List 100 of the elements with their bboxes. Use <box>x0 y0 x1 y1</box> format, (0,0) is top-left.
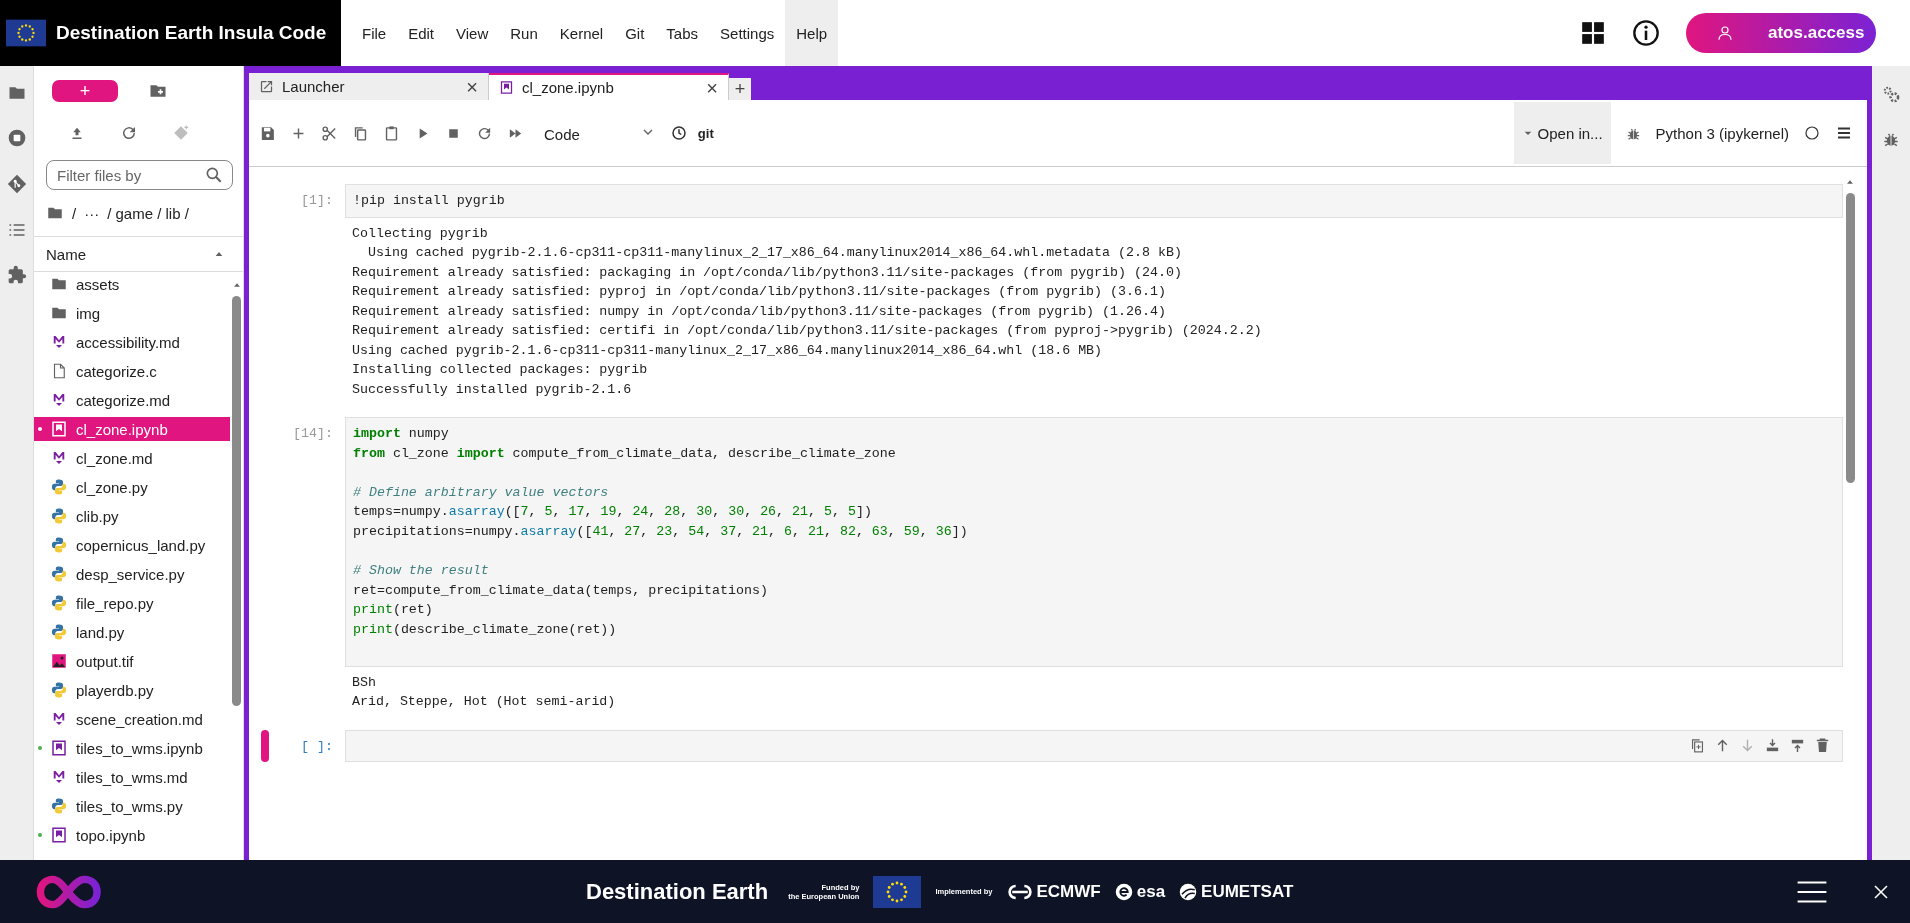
user-account-button[interactable]: atos.access <box>1686 13 1876 53</box>
puzzle-icon[interactable] <box>6 265 27 285</box>
image-icon <box>50 652 68 670</box>
code-cell-input[interactable] <box>345 729 1843 762</box>
partner-name: ECMWF <box>1036 881 1101 902</box>
file-entry[interactable]: land.py <box>34 620 230 644</box>
duplicate-cell-icon[interactable] <box>1689 737 1706 755</box>
code-line: !pip install pygrib <box>353 192 506 210</box>
code-line: ret=compute_from_climate_data(temps, precipitations) <box>353 581 769 600</box>
file-entry[interactable]: copernicus_land.py <box>34 533 230 557</box>
output-line: Arid, Steppe, Hot (Hot semi-arid) <box>352 693 617 712</box>
breadcrumb-item[interactable]: / game / lib / <box>107 204 189 222</box>
file-entry[interactable]: topo.ipynb <box>34 823 230 847</box>
file-entry[interactable]: tiles_to_wms.py <box>34 794 230 818</box>
python-icon <box>50 507 68 525</box>
code-cell-input[interactable]: !pip install pygrib <box>345 184 1843 218</box>
delete-icon[interactable] <box>1814 737 1831 755</box>
output-line: Requirement already satisfied: pyproj in /opt/conda/lib/python3.11/site-packages (from pygrib) (3.6.1) <box>352 283 1167 302</box>
file-entry[interactable]: tiles_to_wms.md <box>34 765 230 789</box>
tab[interactable]: cl_zone.ipynb × <box>489 73 729 100</box>
output-line: Requirement already satisfied: certifi in /opt/conda/lib/python3.11/site-packages (from pyproj->pygrib) (2024.2.2) <box>352 322 1263 341</box>
kernel-name[interactable]: Python 3 (ipykernel) <box>1655 124 1789 142</box>
python-icon <box>50 681 68 699</box>
menu-item[interactable]: Settings <box>709 0 786 66</box>
search-icon <box>204 165 224 185</box>
partner-name: EUMETSAT <box>1201 881 1294 902</box>
output-line: Using cached pygrib-2.1.6-cp311-cp311-manylinux_2_17_x86_64.manylinux2014_x86_64.whl (18.6 MB) <box>352 341 1104 360</box>
close-icon[interactable] <box>1872 882 1890 901</box>
menu-item[interactable]: File <box>351 0 398 66</box>
running-icon[interactable] <box>6 128 27 148</box>
copy-icon[interactable] <box>352 124 369 142</box>
close-tab-button[interactable]: × <box>706 77 718 98</box>
tab[interactable]: Launcher × <box>249 73 489 100</box>
output-line: Requirement already satisfied: numpy in /opt/conda/lib/python3.11/site-packages (from pygrib) (1.26.4) <box>352 302 1167 321</box>
file-entry[interactable]: file_repo.py <box>34 591 230 615</box>
filter-field[interactable]: Filter files by <box>46 160 233 190</box>
user-icon <box>1716 24 1734 42</box>
close-tab-button[interactable]: × <box>466 76 478 97</box>
kernel-status-icon <box>1803 124 1821 142</box>
esa-logo-icon <box>1114 882 1133 901</box>
apps-grid-icon[interactable] <box>1580 20 1606 46</box>
new-launcher-button[interactable]: + <box>52 80 118 102</box>
code-line: precipitations=numpy.asarray([41, 27, 23, 54, 37, 21, 6, 21, 82, 63, 59, 36]) <box>353 523 969 542</box>
refresh-icon[interactable] <box>120 124 138 142</box>
cell-prompt: [1]: <box>300 192 334 210</box>
app-title: Destination Earth Insula Code <box>56 22 327 44</box>
code-line: print(describe_climate_zone(ret)) <box>353 621 618 640</box>
output-line: Collecting pygrib <box>352 224 489 243</box>
file-entry[interactable]: playerdb.py <box>34 678 230 702</box>
git-icon[interactable] <box>5 173 28 195</box>
new-tab-button[interactable]: + <box>729 78 751 100</box>
file-entry[interactable]: output.tif <box>34 649 230 673</box>
code-cell-input[interactable] <box>345 417 1843 667</box>
file-entry[interactable]: cl_zone.md <box>34 446 230 470</box>
file-entry[interactable]: assets <box>34 272 230 296</box>
breadcrumb-item[interactable]: / <box>72 204 77 222</box>
file-entry[interactable]: clib.py <box>34 504 230 528</box>
menu-item[interactable]: Tabs <box>655 0 710 66</box>
ecmwf-logo-icon <box>1006 882 1033 901</box>
file-entry[interactable]: accessibility.md <box>34 330 230 354</box>
git-button[interactable]: git <box>697 125 714 141</box>
save-icon[interactable] <box>259 124 276 142</box>
insert-below-icon[interactable] <box>1789 737 1806 755</box>
code-line: print(ret) <box>353 601 434 620</box>
paste-icon[interactable] <box>383 124 400 142</box>
file-entry[interactable]: scene_creation.md <box>34 707 230 731</box>
eu-flag-icon <box>6 19 46 47</box>
column-header[interactable]: Name <box>46 245 211 263</box>
breadcrumb-item[interactable]: ··· <box>84 204 100 222</box>
code-line: temps=numpy.asarray([7, 5, 17, 19, 24, 28, 30, 30, 26, 21, 5, 5]) <box>353 503 873 522</box>
menu-item[interactable]: Help <box>785 0 839 66</box>
code-line: # Define arbitrary value vectors <box>353 483 610 502</box>
open-in-button[interactable]: Open in... <box>1513 102 1611 164</box>
settings-icon[interactable] <box>1881 84 1901 104</box>
menu-item[interactable]: Edit <box>397 0 446 66</box>
file-entry[interactable]: categorize.md <box>34 388 230 412</box>
file-entry[interactable]: cl_zone.ipynb <box>34 417 230 441</box>
file-entry[interactable]: cl_zone.py <box>34 475 230 499</box>
python-icon <box>50 594 68 612</box>
menu-item[interactable]: Kernel <box>548 0 615 66</box>
eu-flag-icon <box>873 875 922 908</box>
clock-icon[interactable] <box>669 124 688 142</box>
menu-item[interactable]: View <box>445 0 500 66</box>
eumetsat-logo-icon <box>1179 882 1198 901</box>
info-icon[interactable] <box>1632 19 1660 47</box>
python-icon <box>50 536 68 554</box>
cell-prompt: [14]: <box>292 425 334 444</box>
menu-item[interactable]: Git <box>614 0 656 66</box>
menu-item[interactable]: Run <box>499 0 549 66</box>
cell-type-dropdown[interactable]: Code <box>544 123 580 143</box>
file-entry[interactable]: tiles_to_wms.ipynb <box>34 736 230 760</box>
output-line: BSh <box>352 673 377 692</box>
menu-icon[interactable] <box>1796 879 1828 904</box>
python-icon <box>50 565 68 583</box>
file-entry[interactable]: categorize.c <box>34 359 230 383</box>
cut-icon[interactable] <box>321 124 338 142</box>
python-icon <box>50 478 68 496</box>
partner-name: esa <box>1136 881 1166 902</box>
file-entry[interactable]: img <box>34 301 230 325</box>
file-entry[interactable]: desp_service.py <box>34 562 230 586</box>
